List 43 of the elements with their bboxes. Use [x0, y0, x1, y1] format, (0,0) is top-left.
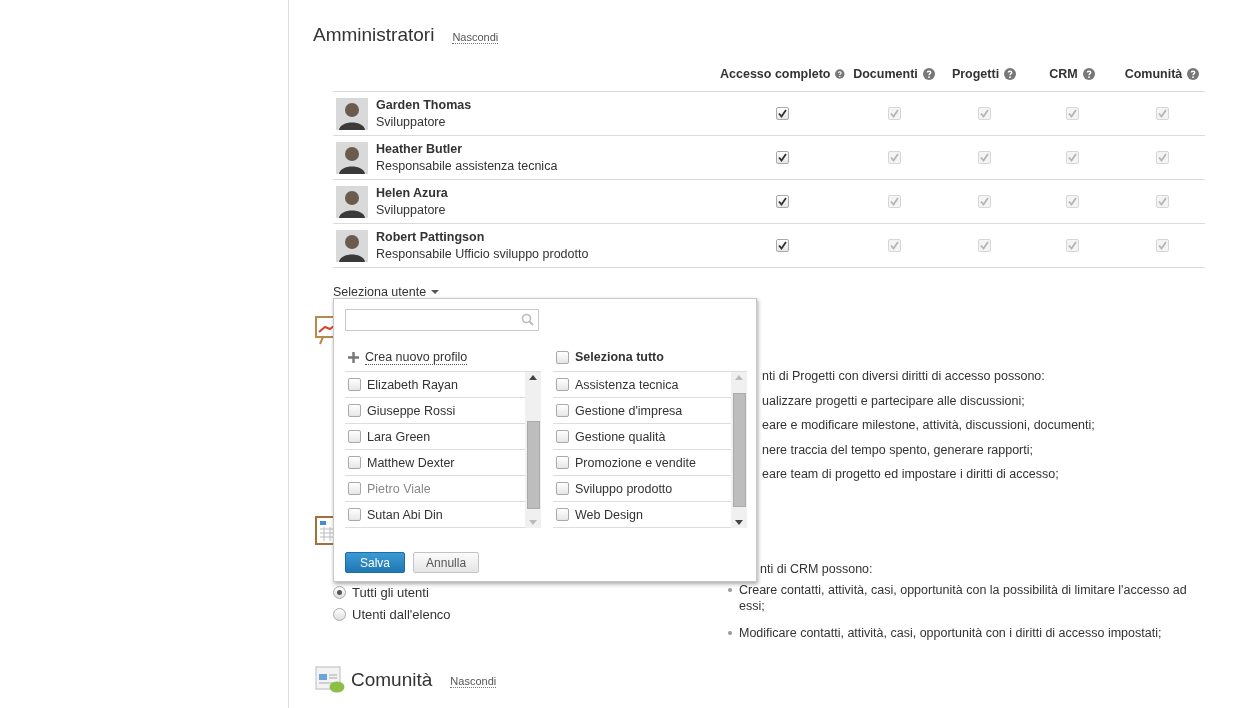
create-profile-link[interactable]: Crea nuovo profilo	[365, 349, 468, 365]
radio-label: Tutti gli utenti	[352, 585, 429, 600]
user-role: Responsabile Ufficio sviluppo prodotto	[376, 245, 589, 263]
user-name: Heather Butler	[376, 140, 464, 158]
description-text: eare team di progetto ed impostare i diritti di accesso;	[762, 467, 1060, 483]
radio-label: Utenti dall'elenco	[352, 607, 451, 622]
column-header: Comunità	[1124, 67, 1183, 81]
description-text: nere traccia del tempo spento, generare rapporti;	[762, 442, 1034, 459]
group-option[interactable]: Assistenza tecnica	[575, 377, 679, 392]
user-name: Robert Pattingson	[376, 228, 486, 246]
group-option[interactable]: Web Design	[575, 507, 643, 522]
section-title: Amministratori	[313, 24, 435, 46]
column-header: CRM	[1049, 67, 1078, 81]
description-text: nti di Progetti con diversi diritti di accesso possono:	[762, 369, 1046, 385]
description-text: eare e modificare milestone, attività, discussioni, documenti;	[762, 418, 1095, 434]
user-option[interactable]: Sutan Abi Din	[367, 507, 443, 522]
user-role: Sviluppatore	[376, 113, 447, 131]
user-name: Garden Thomas	[376, 96, 472, 114]
save-button[interactable]: Salva	[345, 552, 406, 573]
user-option[interactable]: Elizabeth Rayan	[367, 377, 459, 392]
hide-link[interactable]: Nascondi	[450, 674, 497, 688]
user-role: Sviluppatore	[376, 201, 447, 219]
user-option[interactable]: Matthew Dexter	[367, 455, 455, 470]
column-header: Progetti	[951, 67, 1000, 81]
user-option[interactable]: Giuseppe Rossi	[367, 403, 456, 418]
group-option[interactable]: Gestione d'impresa	[575, 403, 683, 418]
column-header: Documenti	[853, 67, 918, 81]
column-header: Accesso completo	[720, 67, 831, 81]
user-name: Helen Azura	[376, 184, 448, 202]
user-option[interactable]: Lara Green	[367, 429, 431, 444]
select-all-label: Seleziona tutto	[575, 350, 664, 364]
cancel-button[interactable]: Annulla	[413, 552, 480, 573]
select-user-dropdown[interactable]: Seleziona utente	[333, 284, 1233, 300]
description-text: ualizzare progetti e partecipare alle discussioni;	[762, 393, 1026, 410]
section-title: Comunità	[351, 669, 433, 691]
description-text: nti di CRM possono:	[760, 562, 874, 578]
bullet-text: Modificare contatti, attività, casi, opportunità con i diritti di accesso impostati;	[739, 625, 1162, 641]
group-option[interactable]: Sviluppo prodotto	[575, 481, 673, 496]
hide-link[interactable]: Nascondi	[452, 31, 499, 44]
group-option[interactable]: Gestione qualità	[575, 429, 666, 444]
user-role: Responsabile assistenza tecnica	[376, 157, 558, 175]
group-option[interactable]: Promozione e vendite	[575, 455, 696, 470]
bullet-text: Creare contatti, attività, casi, opportunità con la possibilità di limitare l'accesso ad essi;	[739, 582, 1188, 614]
